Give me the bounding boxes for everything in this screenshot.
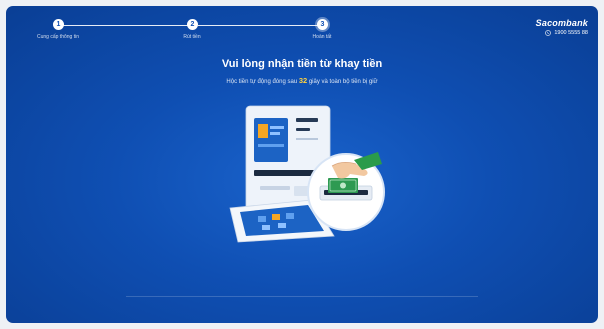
page-subtitle: Hộc tiền tự động đóng sau 32 giây và toà… xyxy=(6,76,598,85)
subtitle-text-before: Hộc tiền tự động đóng sau xyxy=(226,79,298,85)
phone-icon xyxy=(545,30,552,36)
hotline: 1900 5555 88 xyxy=(536,30,588,36)
step-2-indicator: 2 xyxy=(187,19,198,30)
hotline-number: 1900 5555 88 xyxy=(554,30,588,36)
step-connector-2 xyxy=(198,25,323,26)
step-3-indicator: 3 xyxy=(317,19,328,30)
brand-logo: Sacombank xyxy=(535,18,588,28)
countdown-seconds: 32 xyxy=(298,76,308,85)
brand-block: Sacombank 1900 5555 88 xyxy=(536,18,588,36)
step-1-indicator: 1 xyxy=(53,19,64,30)
step-1-label: Cung cấp thông tin xyxy=(37,34,79,40)
atm-illustration xyxy=(229,105,385,243)
kiosk-screen: 1 Cung cấp thông tin 2 Rút tiền 3 Hoàn t… xyxy=(6,6,598,323)
page-title: Vui lòng nhận tiền từ khay tiền xyxy=(221,58,383,70)
subtitle-text-after: giây và toàn bộ tiền bị giữ xyxy=(308,79,378,85)
step-2-label: Rút tiền xyxy=(183,34,201,40)
step-connector-1 xyxy=(63,25,188,26)
divider xyxy=(126,296,478,297)
step-3-label: Hoàn tất xyxy=(312,34,332,40)
progress-stepper: 1 Cung cấp thông tin 2 Rút tiền 3 Hoàn t… xyxy=(6,6,406,46)
cash-dispense-icon xyxy=(307,152,385,231)
